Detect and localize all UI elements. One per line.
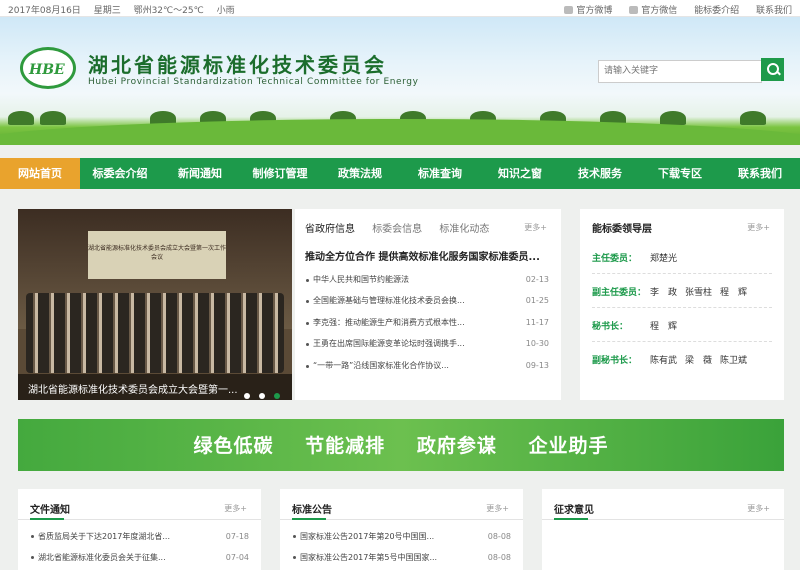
site-subtitle: Hubei Provincial Standardization Technic… <box>88 77 419 87</box>
date-text: 2017年08月16日 <box>8 6 81 16</box>
nav-contact[interactable]: 联系我们 <box>720 158 800 189</box>
nav-policy[interactable]: 政策法规 <box>320 158 400 189</box>
news-panel: 省政府信息 标委会信息 标准化动态 更多+ 推动全方位合作 提供高效标准化服务国… <box>295 209 561 400</box>
announcements-more-link[interactable]: 更多+ <box>486 503 509 514</box>
file-notice-title: 文件通知 <box>30 505 70 516</box>
intro-link[interactable]: 能标委介绍 <box>694 6 739 16</box>
announcement-title: 标准公告 <box>292 505 332 516</box>
nav-download[interactable]: 下载专区 <box>640 158 720 189</box>
weekday-text: 星期三 <box>93 6 121 16</box>
top-links: 官方微博 官方微信 能标委介绍 联系我们 <box>550 3 792 16</box>
list-item[interactable]: 湖北省能源标准化委员会关于征集... 07-04 <box>30 547 249 568</box>
list-item[interactable]: 王勇在出席国际能源变革论坛时强调携手... 10-30 <box>305 333 549 354</box>
header-banner: HBE 湖北省能源标准化技术委员会 Hubei Provincial Stand… <box>0 17 800 145</box>
slider-dot-2[interactable] <box>258 393 265 399</box>
wechat-link[interactable]: 官方微信 <box>629 6 677 16</box>
opinion-title: 征求意见 <box>554 505 594 516</box>
slider-dot-3[interactable] <box>274 393 280 399</box>
leadership-panel: 能标委领导层 更多+ 主任委员： 郑楚光 副主任委员：李 政张雪柱程 辉 秘书长：… <box>580 209 784 400</box>
leaders-more-link[interactable]: 更多+ <box>747 222 770 233</box>
leader-row-chairman: 主任委员： 郑楚光 <box>592 254 678 264</box>
nav-revision[interactable]: 制修订管理 <box>240 158 320 189</box>
leader-row-secretary: 秘书长：程 辉 <box>592 322 678 332</box>
site-logo[interactable]: HBE <box>20 47 76 89</box>
news-headline[interactable]: 推动全方位合作 提供高效标准化服务国家标准委员... <box>305 248 551 263</box>
nav-knowledge[interactable]: 知识之窗 <box>480 158 560 189</box>
logo-text: HBE <box>29 62 65 78</box>
slogan-1: 绿色低碳 <box>193 435 274 457</box>
slogan-banner: 绿色低碳 节能减排 政府参谋 企业助手 <box>18 419 784 471</box>
tab-gov-info[interactable]: 省政府信息 <box>305 224 355 235</box>
list-item[interactable]: “一带一路”沿线国家标准化合作协议... 09-13 <box>305 355 549 376</box>
nav-about[interactable]: 标委会介绍 <box>80 158 160 189</box>
opinion-panel: 征求意见 更多+ <box>542 489 784 570</box>
site-title: 湖北省能源标准化技术委员会 <box>88 53 387 77</box>
weibo-icon <box>564 6 574 14</box>
file-notice-panel: 文件通知 更多+ 省质监局关于下达2017年度湖北省... 07-18 湖北省能源… <box>18 489 261 570</box>
list-item[interactable]: 李克强：推动能源生产和消费方式根本性... 11-17 <box>305 312 549 333</box>
list-item[interactable]: 国家标准公告2017年第20号中国国... 08-08 <box>292 526 511 547</box>
contact-link[interactable]: 联系我们 <box>756 6 792 16</box>
tab-committee-info[interactable]: 标委会信息 <box>372 224 422 235</box>
announcement-list: 国家标准公告2017年第20号中国国... 08-08 国家标准公告2017年第5… <box>292 526 511 568</box>
list-item[interactable]: 中华人民共和国节约能源法 02-13 <box>305 269 549 290</box>
slogan-3: 政府参谋 <box>416 435 497 457</box>
weather-condition: 小雨 <box>216 6 235 16</box>
file-notice-list: 省质监局关于下达2017年度湖北省... 07-18 湖北省能源标准化委员会关于征… <box>30 526 249 568</box>
news-tabs: 省政府信息 标委会信息 标准化动态 <box>305 220 503 235</box>
news-list: 中华人民共和国节约能源法 02-13 全国能源基础与管理标准化技术委员会换... 0… <box>305 269 549 376</box>
news-more-link[interactable]: 更多+ <box>524 222 547 233</box>
standard-announcement-panel: 标准公告 更多+ 国家标准公告2017年第20号中国国... 08-08 国家标准… <box>280 489 523 570</box>
slider-dots <box>240 384 280 400</box>
nav-news[interactable]: 新闻通知 <box>160 158 240 189</box>
search-button[interactable] <box>761 58 784 81</box>
weather-text: 鄂州32℃～25℃ <box>133 6 204 16</box>
date-weather: 2017年08月16日 星期三 鄂州32℃～25℃ 小雨 <box>8 3 245 16</box>
photo-slider[interactable]: 湖北省能源标准化技术委员会成立大会暨第一次工作会议 湖北省能源标准化技术委员会成… <box>18 209 292 400</box>
slogan-4: 企业助手 <box>528 435 609 457</box>
slogan-2: 节能减排 <box>305 435 386 457</box>
search-box <box>598 58 784 83</box>
nav-tech-service[interactable]: 技术服务 <box>560 158 640 189</box>
leaders-title: 能标委领导层 <box>592 224 652 235</box>
list-item[interactable]: 全国能源基础与管理标准化技术委员会换... 01-25 <box>305 290 549 311</box>
nav-standard-query[interactable]: 标准查询 <box>400 158 480 189</box>
slider-caption-bar: 湖北省能源标准化技术委员会成立大会暨第一... <box>18 374 292 400</box>
slider-caption[interactable]: 湖北省能源标准化技术委员会成立大会暨第一... <box>28 381 238 396</box>
leader-row-deputy-secretary: 副秘书长： 陈有武梁 薇陈卫斌 <box>592 356 748 366</box>
meeting-banner-board: 湖北省能源标准化技术委员会成立大会暨第一次工作会议 <box>88 231 226 279</box>
files-more-link[interactable]: 更多+ <box>224 503 247 514</box>
nav-home[interactable]: 网站首页 <box>0 158 80 189</box>
weibo-link[interactable]: 官方微博 <box>564 6 612 16</box>
slider-dot-1[interactable] <box>243 393 250 399</box>
main-nav: 网站首页 标委会介绍 新闻通知 制修订管理 政策法规 标准查询 知识之窗 技术服… <box>0 158 800 189</box>
search-input[interactable] <box>598 59 762 83</box>
tab-standard-news[interactable]: 标准化动态 <box>439 224 489 235</box>
board-text: 湖北省能源标准化技术委员会成立大会暨第一次工作会议 <box>88 245 227 261</box>
group-photo <box>26 293 284 373</box>
leader-row-vice-chairman: 副主任委员：李 政张雪柱程 辉 <box>592 288 748 298</box>
list-item[interactable]: 省质监局关于下达2017年度湖北省... 07-18 <box>30 526 249 547</box>
list-item[interactable]: 国家标准公告2017年第5号中国国家... 08-08 <box>292 547 511 568</box>
wechat-icon <box>629 6 639 14</box>
top-bar: 2017年08月16日 星期三 鄂州32℃～25℃ 小雨 官方微博 官方微信 能… <box>0 0 800 17</box>
opinions-more-link[interactable]: 更多+ <box>747 503 770 514</box>
